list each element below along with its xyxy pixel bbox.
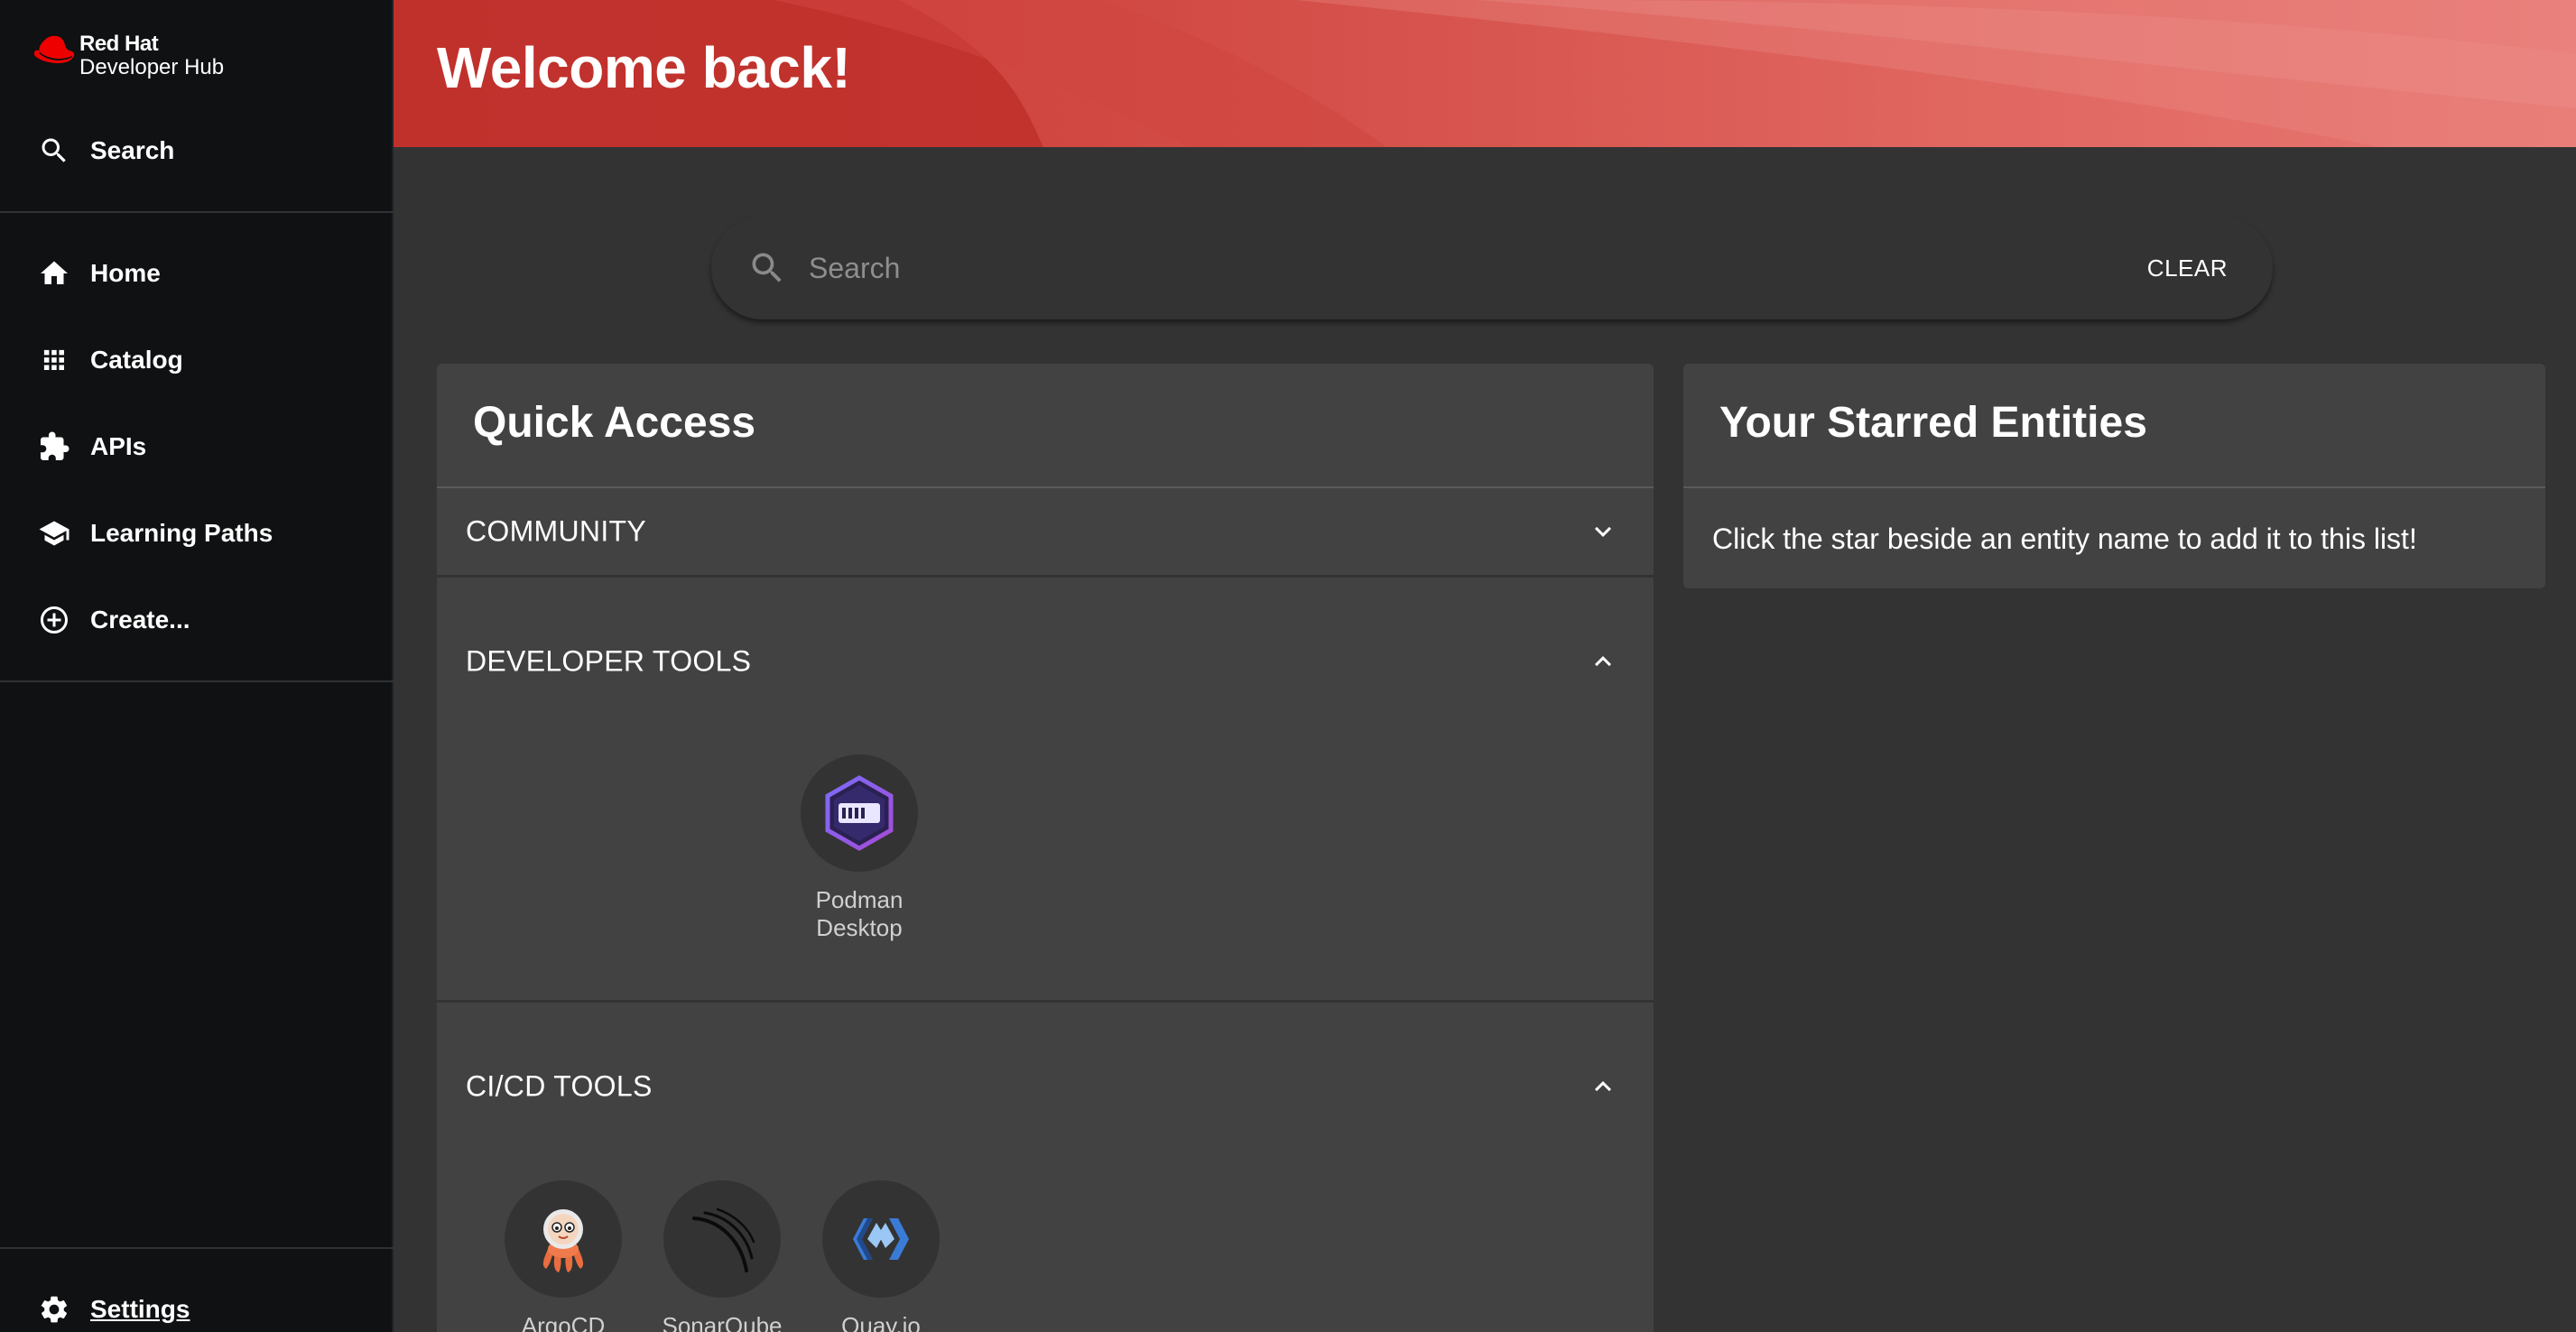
tool-label: Quay.io (841, 1312, 921, 1332)
section-label: COMMUNITY (466, 514, 647, 548)
sonarqube-icon (663, 1180, 781, 1298)
section-label: CI/CD TOOLS (466, 1069, 653, 1103)
sidebar-item-settings[interactable]: Settings (36, 1287, 190, 1332)
home-icon (36, 255, 72, 291)
search-icon (36, 133, 72, 169)
sidebar-item-label: Home (90, 259, 161, 287)
search-input[interactable] (807, 241, 2142, 295)
sidebar-item-label: APIs (90, 432, 147, 460)
sidebar-item-home[interactable]: Home (36, 251, 161, 296)
school-icon (36, 515, 72, 551)
sidebar-item-label: Settings (90, 1295, 190, 1323)
tool-label: ArgoCD (521, 1312, 606, 1332)
sidebar-item-label: Create... (90, 606, 190, 634)
section-community[interactable]: COMMUNITY (437, 488, 1654, 575)
sidebar-divider (0, 680, 394, 682)
sidebar-search-label: Search (90, 136, 175, 164)
sidebar-item-catalog[interactable]: Catalog (36, 338, 183, 383)
starred-empty-message: Click the star beside an entity name to … (1712, 523, 2417, 555)
chevron-up-icon (1587, 1070, 1619, 1103)
page-title: Welcome back! (437, 35, 851, 100)
sidebar-item-label: Learning Paths (90, 519, 273, 547)
red-hat-logo-icon (34, 35, 75, 63)
section-separator (437, 575, 1654, 578)
sidebar-search[interactable]: Search (36, 128, 174, 173)
add-circle-icon (36, 602, 72, 638)
podman-desktop-icon (801, 754, 918, 872)
tool-label: Podman Desktop (815, 886, 903, 941)
sidebar-divider (0, 1247, 394, 1249)
tool-label: SonarQube (662, 1312, 783, 1332)
card-title: Your Starred Entities (1719, 399, 2147, 447)
brand-logo[interactable]: Red Hat Developer Hub (32, 32, 224, 79)
sidebar: Red Hat Developer Hub Search Home Catalo… (0, 0, 394, 1332)
tool-quay-io[interactable]: Quay.io (818, 1180, 944, 1332)
clear-button[interactable]: CLEAR (2142, 254, 2233, 283)
section-label: DEVELOPER TOOLS (466, 644, 752, 678)
section-developer-tools[interactable]: DEVELOPER TOOLS (437, 618, 1654, 705)
argocd-icon (505, 1180, 622, 1298)
brand-name: Red Hat (79, 32, 159, 56)
chevron-down-icon (1587, 515, 1619, 548)
sidebar-divider (0, 211, 394, 213)
sidebar-item-apis[interactable]: APIs (36, 424, 146, 469)
tool-podman-desktop[interactable]: Podman Desktop (796, 754, 922, 942)
starred-entities-card: Your Starred Entities Click the star bes… (1683, 364, 2545, 588)
gear-icon (36, 1291, 72, 1327)
chevron-up-icon (1587, 645, 1619, 678)
sidebar-item-learning-paths[interactable]: Learning Paths (36, 511, 273, 556)
search-icon (747, 248, 787, 288)
page-header: Welcome back! (394, 0, 2576, 147)
brand-product: Developer Hub (79, 55, 225, 79)
section-cicd-tools[interactable]: CI/CD TOOLS (437, 1043, 1654, 1130)
sidebar-item-label: Catalog (90, 346, 183, 374)
catalog-grid-icon (36, 342, 72, 378)
card-title: Quick Access (473, 399, 756, 447)
sidebar-item-create[interactable]: Create... (36, 597, 190, 643)
quay-icon (822, 1180, 940, 1298)
tool-sonarqube[interactable]: SonarQube (659, 1180, 785, 1332)
search-bar: CLEAR (711, 217, 2273, 319)
puzzle-icon (36, 429, 72, 465)
card-divider (1683, 486, 2545, 488)
tool-argocd[interactable]: ArgoCD (500, 1180, 626, 1332)
quick-access-card: Quick Access COMMUNITY DEVELOPER TOOLS P… (437, 364, 1654, 1332)
section-separator (437, 1000, 1654, 1003)
